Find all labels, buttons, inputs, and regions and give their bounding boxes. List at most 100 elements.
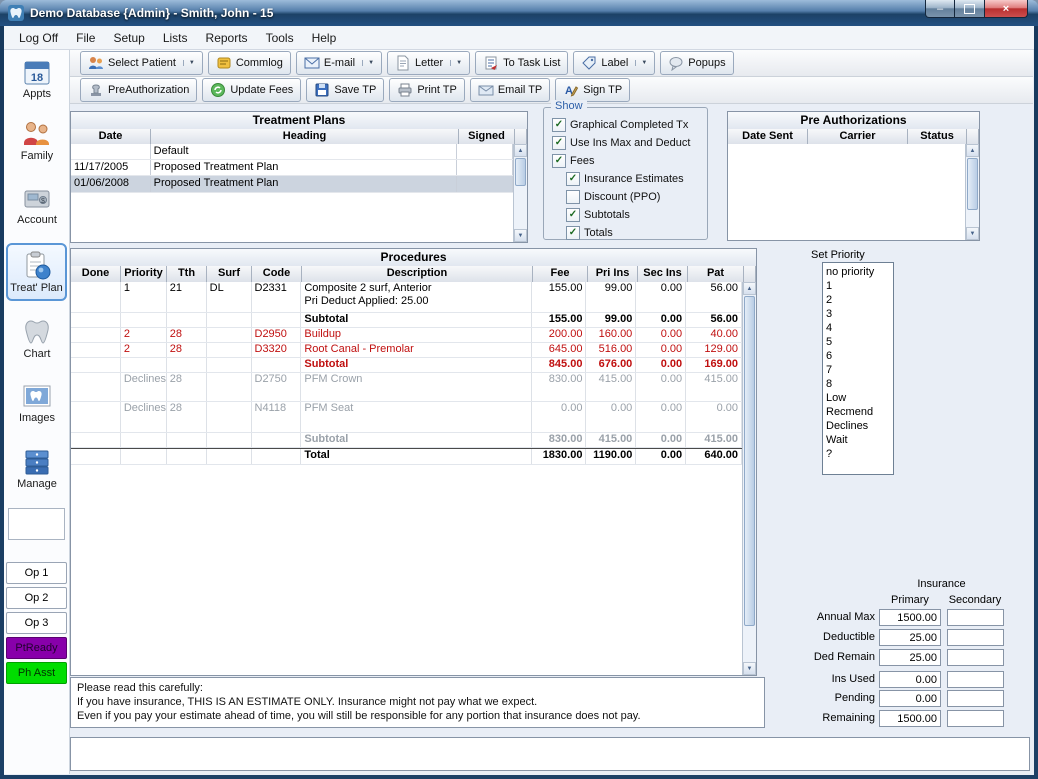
ins-used-primary-field[interactable]: 0.00 xyxy=(879,671,941,688)
treatment-plans-scrollbar[interactable]: ▲ ▼ xyxy=(513,144,527,242)
scroll-track[interactable] xyxy=(743,295,756,662)
scroll-thumb[interactable] xyxy=(967,158,978,210)
checkbox-icon[interactable]: ✓ xyxy=(552,154,566,168)
checkbox-graphical-completed-tx[interactable]: ✓ Graphical Completed Tx xyxy=(552,118,707,132)
checkbox-icon[interactable]: ✓ xyxy=(566,208,580,222)
priority-option[interactable]: 5 xyxy=(823,335,893,349)
annual-max-primary-field[interactable]: 1500.00 xyxy=(879,609,941,626)
checkbox-icon[interactable]: ✓ xyxy=(552,136,566,150)
menu-setup[interactable]: Setup xyxy=(104,28,153,48)
scroll-down-icon[interactable]: ▼ xyxy=(743,662,756,675)
letter-button[interactable]: Letter ▼ xyxy=(387,51,470,75)
to-task-list-button[interactable]: To Task List xyxy=(475,51,568,75)
scroll-down-icon[interactable]: ▼ xyxy=(966,227,979,240)
menu-help[interactable]: Help xyxy=(303,28,346,48)
menu-file[interactable]: File xyxy=(67,28,104,48)
commlog-button[interactable]: Commlog xyxy=(208,51,291,75)
sidebar-item-manage[interactable]: Manage xyxy=(4,446,70,491)
priority-option[interactable]: 1 xyxy=(823,279,893,293)
procedure-row[interactable]: 1 21 DL D2331 Composite 2 surf, Anterior… xyxy=(71,282,742,313)
remaining-primary-field[interactable]: 1500.00 xyxy=(879,710,941,727)
remaining-secondary-field[interactable] xyxy=(947,710,1004,727)
menu-reports[interactable]: Reports xyxy=(197,28,257,48)
deductible-secondary-field[interactable] xyxy=(947,629,1004,646)
minimize-button[interactable]: – xyxy=(925,0,955,18)
treatment-plan-row-selected[interactable]: 01/06/2008 Proposed Treatment Plan xyxy=(71,176,513,193)
label-button[interactable]: Label ▼ xyxy=(573,51,655,75)
op-2-button[interactable]: Op 2 xyxy=(6,587,67,609)
set-priority-listbox[interactable]: no priority 1 2 3 4 5 6 7 8 Low Recmend … xyxy=(822,262,894,475)
checkbox-icon[interactable]: ✓ xyxy=(566,226,580,240)
checkbox-use-ins-max-and-deduct[interactable]: ✓ Use Ins Max and Deduct xyxy=(552,136,707,150)
preauthorization-button[interactable]: PreAuthorization xyxy=(80,78,197,102)
checkbox-totals[interactable]: ✓ Totals xyxy=(566,226,707,240)
ded-remain-secondary-field[interactable] xyxy=(947,649,1004,666)
dropdown-arrow-icon[interactable]: ▼ xyxy=(635,60,647,66)
status-ph-asst-button[interactable]: Ph Asst xyxy=(6,662,67,684)
menu-tools[interactable]: Tools xyxy=(257,28,303,48)
dropdown-arrow-icon[interactable]: ▼ xyxy=(450,60,462,66)
status-ptready-button[interactable]: PtReady xyxy=(6,637,67,659)
op-3-button[interactable]: Op 3 xyxy=(6,612,67,634)
sidebar-item-account[interactable]: $ Account xyxy=(4,182,70,227)
email-button[interactable]: E-mail ▼ xyxy=(296,51,382,75)
priority-option[interactable]: 3 xyxy=(823,307,893,321)
sidebar-item-images[interactable]: Images xyxy=(4,380,70,425)
priority-option[interactable]: ? xyxy=(823,447,893,461)
pre-authorizations-scrollbar[interactable]: ▲ ▼ xyxy=(965,144,979,240)
scroll-thumb[interactable] xyxy=(515,158,526,186)
checkbox-fees[interactable]: ✓ Fees xyxy=(552,154,707,168)
sidebar-item-appts[interactable]: 18 Appts xyxy=(4,56,70,101)
priority-option[interactable]: Recmend xyxy=(823,405,893,419)
checkbox-insurance-estimates[interactable]: ✓ Insurance Estimates xyxy=(566,172,707,186)
checkbox-subtotals[interactable]: ✓ Subtotals xyxy=(566,208,707,222)
ded-remain-primary-field[interactable]: 25.00 xyxy=(879,649,941,666)
bottom-note-area[interactable] xyxy=(70,737,1030,771)
menu-log-off[interactable]: Log Off xyxy=(10,28,67,48)
priority-option[interactable]: 2 xyxy=(823,293,893,307)
dropdown-arrow-icon[interactable]: ▼ xyxy=(183,60,195,66)
op-1-button[interactable]: Op 1 xyxy=(6,562,67,584)
maximize-button[interactable] xyxy=(955,0,984,18)
ins-used-secondary-field[interactable] xyxy=(947,671,1004,688)
dropdown-arrow-icon[interactable]: ▼ xyxy=(362,60,374,66)
close-button[interactable]: × xyxy=(984,0,1028,18)
scroll-track[interactable] xyxy=(514,157,527,229)
pending-secondary-field[interactable] xyxy=(947,690,1004,707)
scroll-track[interactable] xyxy=(966,157,979,227)
email-tp-button[interactable]: Email TP xyxy=(470,78,550,102)
priority-option[interactable]: 4 xyxy=(823,321,893,335)
procedure-row[interactable]: 2 28 D2950 Buildup 200.00 160.00 0.00 40… xyxy=(71,328,742,343)
sign-tp-button[interactable]: A Sign TP xyxy=(555,78,630,102)
checkbox-discount-ppo[interactable]: Discount (PPO) xyxy=(566,190,707,204)
procedure-row[interactable]: Declines 28 D2750 PFM Crown 830.00 415.0… xyxy=(71,373,742,402)
checkbox-icon[interactable]: ✓ xyxy=(552,118,566,132)
priority-option[interactable]: Declines xyxy=(823,419,893,433)
checkbox-icon[interactable] xyxy=(566,190,580,204)
sidebar-item-chart[interactable]: Chart xyxy=(4,316,70,361)
pending-primary-field[interactable]: 0.00 xyxy=(879,690,941,707)
print-tp-button[interactable]: Print TP xyxy=(389,78,465,102)
menu-lists[interactable]: Lists xyxy=(154,28,197,48)
treatment-plan-row[interactable]: 11/17/2005 Proposed Treatment Plan xyxy=(71,160,513,176)
scroll-down-icon[interactable]: ▼ xyxy=(514,229,527,242)
titlebar[interactable]: Demo Database {Admin} - Smith, John - 15 xyxy=(0,0,1038,26)
procedures-scrollbar[interactable]: ▲ ▼ xyxy=(742,282,756,675)
priority-option[interactable]: no priority xyxy=(823,265,893,279)
scroll-up-icon[interactable]: ▲ xyxy=(966,144,979,157)
popups-button[interactable]: Popups xyxy=(660,51,733,75)
priority-option[interactable]: Wait xyxy=(823,433,893,447)
procedure-row[interactable]: Declines 28 N4118 PFM Seat 0.00 0.00 0.0… xyxy=(71,402,742,433)
priority-option[interactable]: Low xyxy=(823,391,893,405)
save-tp-button[interactable]: Save TP xyxy=(306,78,384,102)
priority-option[interactable]: 8 xyxy=(823,377,893,391)
priority-option[interactable]: 7 xyxy=(823,363,893,377)
scroll-thumb[interactable] xyxy=(744,296,755,626)
deductible-primary-field[interactable]: 25.00 xyxy=(879,629,941,646)
checkbox-icon[interactable]: ✓ xyxy=(566,172,580,186)
annual-max-secondary-field[interactable] xyxy=(947,609,1004,626)
update-fees-button[interactable]: Update Fees xyxy=(202,78,301,102)
treatment-plan-row[interactable]: Default xyxy=(71,144,513,160)
scroll-up-icon[interactable]: ▲ xyxy=(514,144,527,157)
select-patient-button[interactable]: Select Patient ▼ xyxy=(80,51,203,75)
